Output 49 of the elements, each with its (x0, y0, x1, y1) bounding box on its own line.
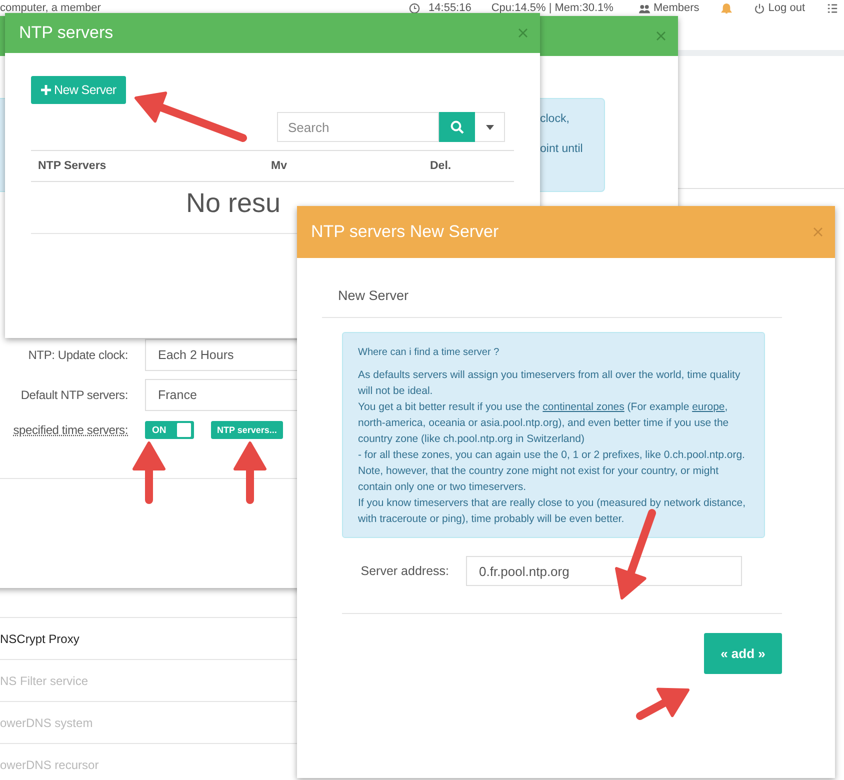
annotation-arrow (132, 442, 166, 504)
dialog-title: NTP servers New Server (311, 222, 500, 242)
section-title: New Server (338, 288, 410, 303)
dialog-title: NTP servers (19, 23, 114, 43)
service-list-item[interactable]: NSCrypt Proxy (0, 632, 80, 646)
list-icon[interactable] (827, 2, 838, 14)
search-button[interactable] (439, 112, 475, 142)
info-text: - for all these zones, you can again use the 0, 1 or 2 prefixes, like 0.ch.pool.ntp.org. (358, 448, 746, 463)
info-text: clock, (540, 113, 570, 125)
ntp-servers-button[interactable]: NTP servers... (211, 421, 283, 439)
info-heading: Where can i find a time server ? (358, 346, 500, 360)
bell-icon[interactable] (721, 2, 732, 14)
server-address-field[interactable]: 0.fr.pool.ntp.org (466, 556, 742, 586)
dropdown-button[interactable] (475, 112, 505, 142)
search-icon (450, 120, 464, 134)
info-link[interactable]: europe (692, 401, 725, 413)
caret-icon (486, 124, 494, 130)
field-label: Default NTP servers: (20, 388, 128, 402)
power-icon (754, 2, 766, 14)
field-label: Server address: (360, 564, 449, 578)
column-header: Mv (271, 160, 288, 172)
close-icon[interactable] (656, 31, 666, 41)
new-server-button[interactable]: New Server (31, 76, 126, 104)
empty-message: No resu (186, 188, 281, 219)
members-link[interactable]: Members (639, 2, 700, 14)
field-label: specified time servers: (12, 423, 128, 437)
info-text: Note, however, that the country zone might not exist for your country, or might contain only one or two timeservers. (358, 464, 720, 495)
annotation-arrow (636, 688, 690, 720)
search-field[interactable]: Search (277, 112, 439, 142)
column-header: Del. (430, 160, 452, 172)
plus-icon (41, 85, 51, 95)
info-text: oint until (540, 143, 584, 155)
add-button[interactable]: « add » (704, 633, 782, 674)
time-label: 14:55:16 (428, 2, 472, 14)
close-icon[interactable] (518, 28, 528, 38)
info-text: You get a bit better result if you use the continental zones (For example europe, north-america, oceania or asia.pool.ntp.org), and even better time if you use the country zone (like ch.pool.ntp.org in Switzerland) (358, 400, 730, 447)
user-label: computer, a member (0, 2, 101, 14)
annotation-arrow (234, 442, 266, 504)
info-link[interactable]: continental zones (542, 401, 624, 413)
close-icon[interactable] (813, 227, 823, 237)
info-text: If you know timeservers that are really close to you (measured by network distance, with traceroute or ping), time probably will be even better. (358, 496, 747, 527)
users-icon (639, 2, 650, 14)
system-stats: Cpu:14.5% | Mem:30.1% (491, 2, 614, 14)
info-text: As defaults servers will assign you timeservers from all over the world, time quality will not be ideal. (358, 368, 742, 399)
toggle-switch[interactable]: ON (145, 421, 194, 439)
column-header: NTP Servers (38, 160, 108, 172)
field-label: NTP: Update clock: (27, 348, 128, 362)
logout-link[interactable]: Log out (754, 2, 805, 14)
clock-icon (408, 2, 420, 14)
